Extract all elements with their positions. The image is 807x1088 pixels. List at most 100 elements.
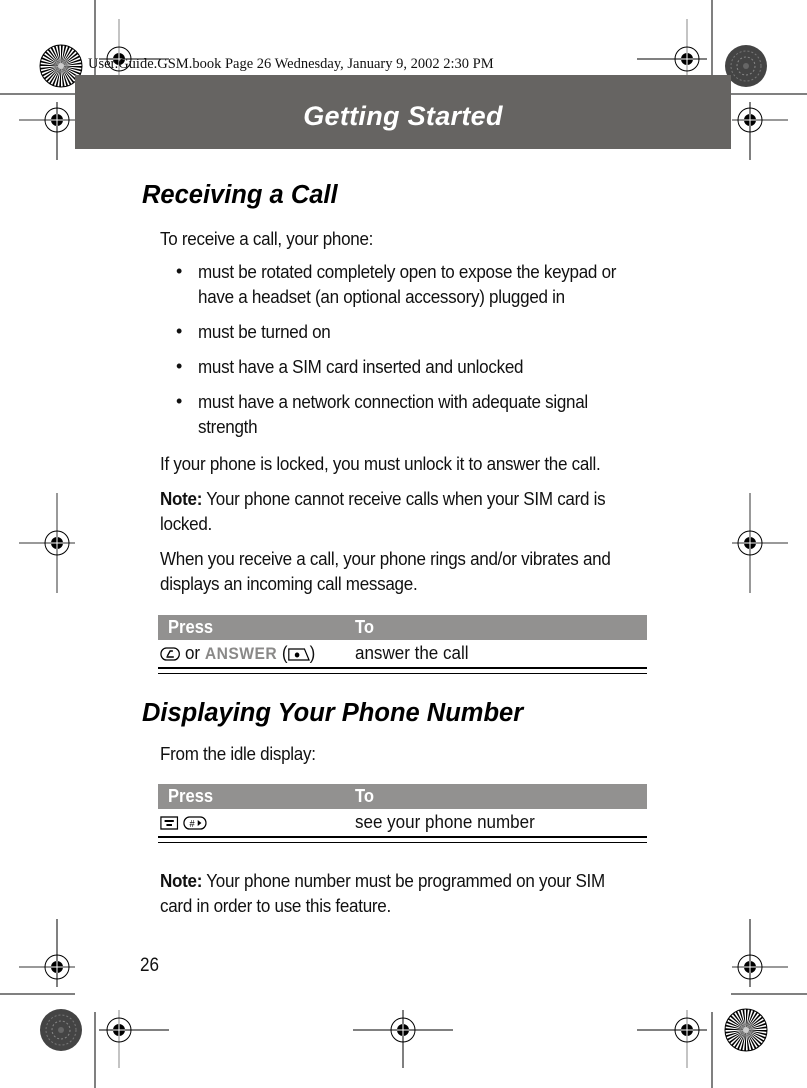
pound-key-icon: # [183, 816, 207, 830]
bullet-dot: • [176, 356, 183, 376]
starburst-wedge [42, 53, 61, 66]
starburst-wedge [61, 58, 82, 66]
note-phone-number-cont: card in order to use this feature. [160, 895, 391, 916]
list-item-cont: strength [198, 416, 258, 437]
starburst-wedge [727, 1017, 746, 1030]
locked-text: If your phone is locked, you must unlock… [160, 453, 601, 474]
starburst-wedge [725, 1024, 746, 1030]
list-item: must be turned on [198, 321, 331, 342]
starburst-wedge [746, 1030, 760, 1048]
note-label: Note: [160, 870, 203, 891]
starburst-wedge [40, 66, 61, 74]
starburst-wedge [746, 1022, 767, 1030]
header-to: To [355, 786, 375, 806]
chapter-title: Getting Started [303, 101, 503, 131]
receive-text-cont: displays an incoming call message. [160, 573, 418, 594]
table-rule [158, 842, 647, 843]
table-row: # see your phone number [158, 809, 647, 837]
bullet-dot: • [176, 391, 183, 411]
starburst-wedge [61, 55, 81, 66]
starburst-wedge [746, 1030, 766, 1039]
bullet-dot: • [176, 261, 183, 281]
registration-marks [19, 19, 788, 1068]
receive-text: When you receive a call, your phone ring… [160, 548, 611, 569]
press-cell: or ANSWER () [160, 642, 315, 664]
starburst-wedge [61, 47, 74, 66]
table-header: Press To [158, 784, 647, 809]
starburst-wedge [746, 1030, 767, 1032]
starburst-wedge [59, 66, 61, 87]
list-item-cont: have a headset (an optional accessory) p… [198, 286, 565, 307]
starburst-wedge [746, 1013, 761, 1030]
starburst-wedge [746, 1030, 757, 1050]
starburst-wedge [55, 66, 61, 87]
table-rule [158, 673, 647, 674]
starburst-wedge [746, 1010, 755, 1030]
starburst-wedge [726, 1030, 746, 1041]
starburst-wedge [61, 45, 67, 66]
starburst-wedge [744, 1030, 746, 1051]
press-cell: # [160, 811, 207, 833]
header-to: To [355, 617, 375, 637]
note-label: Note: [160, 488, 203, 509]
starburst-wedge [61, 49, 76, 66]
note-sim-locked: Note: Your phone cannot receive calls wh… [160, 486, 606, 511]
intro-text: To receive a call, your phone: [160, 228, 374, 249]
list-item: must be rotated completely open to expos… [198, 261, 617, 282]
list-item: must have a SIM card inserted and unlock… [198, 356, 524, 377]
starburst-wedge [729, 1015, 746, 1030]
section-heading-displaying-number: Displaying Your Phone Number [142, 699, 524, 727]
starburst-wedge [61, 66, 72, 86]
starburst-wedge [746, 1030, 765, 1043]
starburst-target [724, 1008, 768, 1052]
starburst-wedge [61, 66, 75, 84]
starburst-wedge [732, 1012, 746, 1030]
starburst-wedge [61, 66, 65, 87]
starburst-wedge [725, 1030, 746, 1038]
table-rule [158, 836, 647, 838]
list-item: must have a network connection with adeq… [198, 391, 588, 412]
starburst-wedge [46, 66, 61, 83]
starburst-wedge [746, 1030, 767, 1036]
starburst-wedge [48, 66, 61, 85]
starburst-wedge [746, 1009, 748, 1030]
starburst-wedge [61, 66, 69, 87]
starburst-wedge [733, 1030, 746, 1049]
printer-marks [0, 0, 807, 1088]
starburst-wedge [740, 1030, 746, 1051]
starburst-wedge [746, 1030, 754, 1051]
starburst-wedge [725, 1030, 746, 1034]
answer-softkey-label: ANSWER [204, 644, 278, 663]
starburst-wedge [61, 62, 82, 66]
starburst-wedge [742, 1009, 746, 1030]
note-text: Your phone cannot receive calls when you… [202, 488, 606, 509]
header-press: Press [168, 617, 214, 637]
note-text: Your phone number must be programmed on … [202, 870, 605, 891]
starburst-wedge [746, 1030, 763, 1045]
starburst-wedge [737, 1030, 746, 1050]
section-heading-receiving-call: Receiving a Call [142, 181, 338, 209]
to-cell: see your phone number [355, 811, 535, 832]
bullet-dot: • [176, 321, 183, 341]
starburst-wedge [43, 66, 61, 80]
starburst-wedge [61, 66, 82, 68]
starburst-wedge [61, 52, 79, 66]
starburst-wedge [40, 60, 61, 66]
starburst-wedge [41, 66, 61, 77]
starburst-wedge [746, 1011, 759, 1030]
intro-text: From the idle display: [160, 743, 316, 764]
menu-key-icon [160, 816, 179, 830]
starburst-wedge [746, 1016, 764, 1030]
header-press: Press [168, 786, 214, 806]
note-sim-locked-cont: locked. [160, 513, 213, 534]
starburst-wedge [47, 48, 61, 66]
send-key-icon [160, 647, 180, 661]
or-text: or [184, 642, 201, 663]
svg-text:#: # [190, 819, 196, 830]
starburst-wedge [52, 66, 61, 86]
starburst-wedge [726, 1021, 746, 1030]
starburst-wedge [40, 66, 61, 70]
table-row: or ANSWER () answer the call [158, 640, 647, 668]
starburst-wedge [44, 51, 61, 66]
starburst-wedge [728, 1030, 746, 1044]
